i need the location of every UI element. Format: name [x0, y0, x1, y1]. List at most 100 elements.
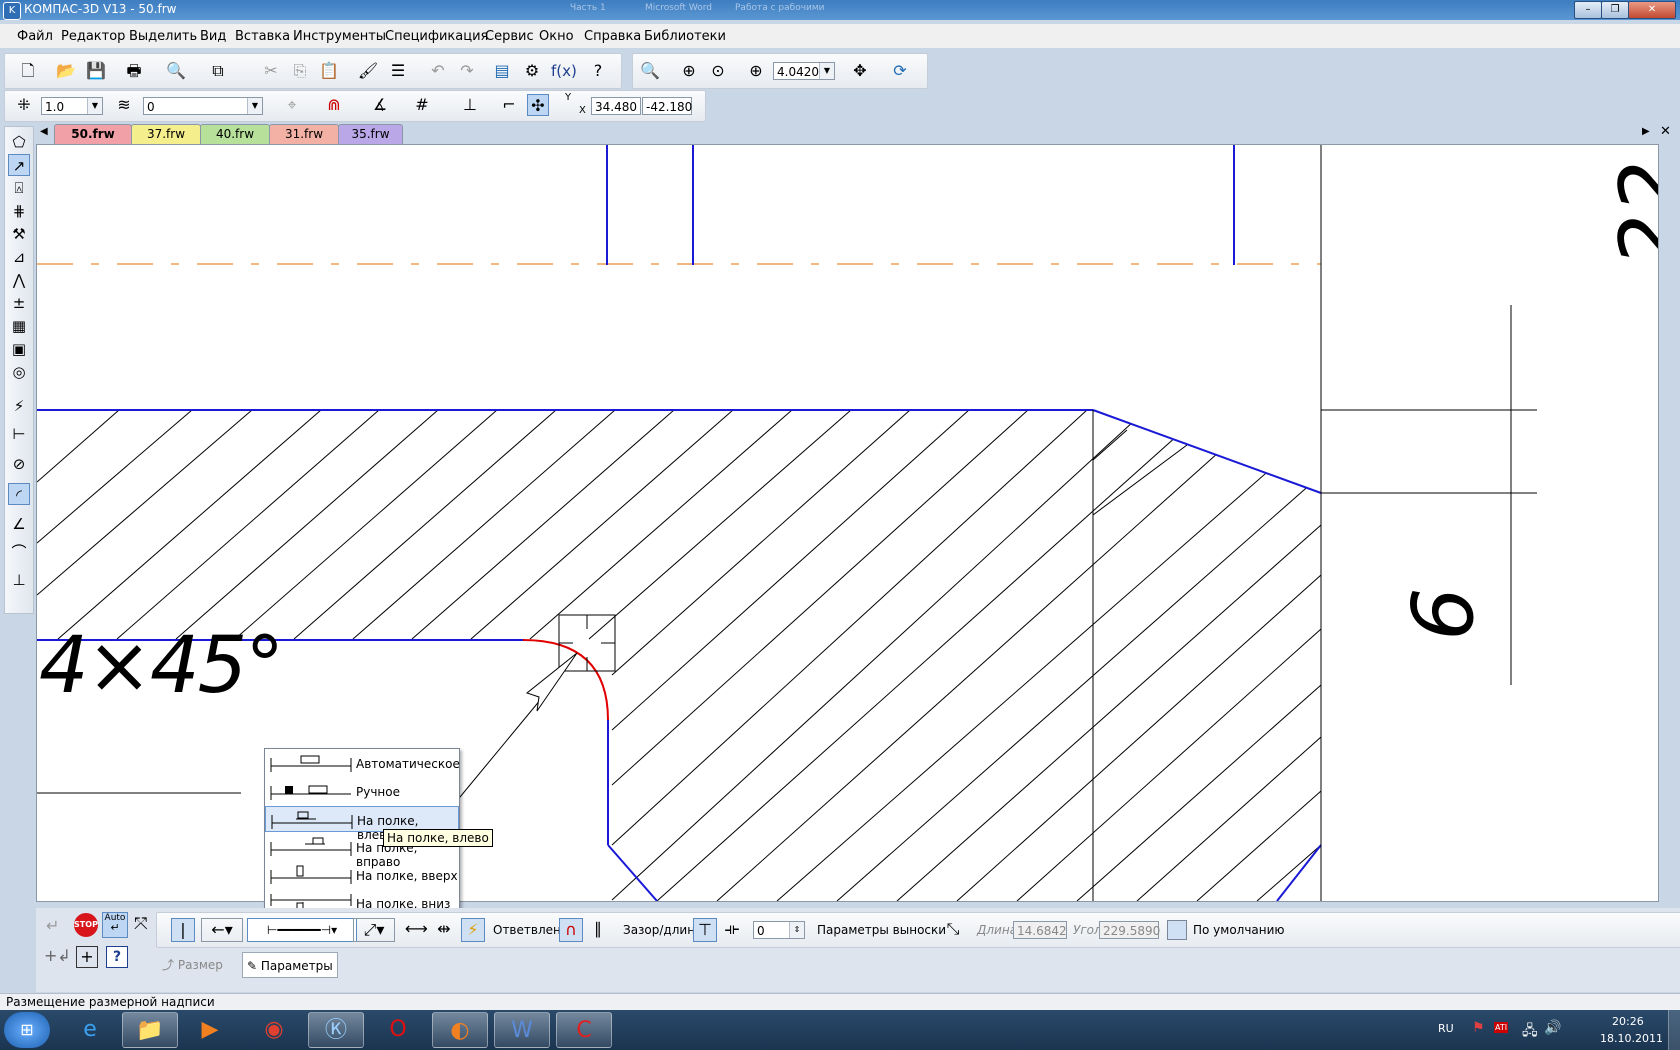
linear-dimension-icon[interactable]: ⊢: [8, 423, 30, 445]
coord-x-field[interactable]: 34.480: [591, 97, 641, 115]
pan-icon[interactable]: ✥: [849, 60, 871, 82]
chrome-icon[interactable]: ◉: [246, 1012, 302, 1048]
parametrization-icon[interactable]: ⚒: [8, 223, 30, 245]
zoom-window-icon[interactable]: 🔍: [639, 60, 661, 82]
language-indicator[interactable]: RU: [1438, 1022, 1454, 1035]
designations-icon[interactable]: ⍓: [8, 177, 30, 199]
auto-dimension-icon[interactable]: ⚡: [8, 395, 30, 417]
zoom-field[interactable]: 4.0420 ▼: [773, 62, 835, 80]
snaps-icon[interactable]: ∡: [369, 94, 391, 116]
style-icon[interactable]: ⌖: [281, 94, 303, 116]
option-shelf-up[interactable]: На полке, вверх: [265, 862, 459, 888]
ortho-icon[interactable]: ⌐: [498, 94, 520, 116]
select-icon[interactable]: ⋀: [8, 269, 30, 291]
edit-icon[interactable]: ⋕: [8, 200, 30, 222]
auto-create-button[interactable]: Auto ↵: [102, 912, 128, 938]
menu-specification[interactable]: Спецификация: [385, 29, 488, 44]
auto-params-icon[interactable]: ⚡: [461, 918, 485, 942]
explorer-icon[interactable]: 📁: [122, 1012, 178, 1048]
kompas-alt-icon[interactable]: C: [556, 1012, 612, 1048]
format-brush-icon[interactable]: 🖌: [357, 60, 379, 82]
spinner-icon[interactable]: ⇕: [789, 922, 804, 938]
option-automatic[interactable]: Автоматическое: [265, 750, 460, 776]
undo-icon[interactable]: ↶: [427, 60, 449, 82]
zoom-in-icon[interactable]: ⊕: [678, 60, 700, 82]
new-file-icon[interactable]: 🗋: [17, 60, 39, 82]
measure-icon[interactable]: ⊿: [8, 246, 30, 268]
tab-40[interactable]: 40.frw: [200, 124, 270, 144]
leader-params-icon[interactable]: ⤡: [933, 918, 973, 940]
minimize-button[interactable]: –: [1574, 1, 1602, 19]
branch-slant-icon[interactable]: ∥: [587, 918, 609, 940]
tab-params[interactable]: ✎ Параметры: [242, 952, 338, 978]
text-vertical-icon[interactable]: |: [171, 918, 195, 942]
diameter-dimension-icon[interactable]: ⊘: [8, 453, 30, 475]
volume-icon[interactable]: 🔊: [1544, 1020, 1561, 1036]
cut-icon[interactable]: ✂: [260, 60, 282, 82]
angular-dimension-icon[interactable]: ∠: [8, 513, 30, 535]
height-dimension-icon[interactable]: ⊥: [8, 569, 30, 591]
paste-icon[interactable]: 📋: [318, 60, 340, 82]
network-icon[interactable]: 🖧: [1522, 1020, 1538, 1044]
layers-icon[interactable]: ≋: [113, 94, 135, 116]
fit-icon[interactable]: ⤧: [134, 914, 148, 934]
menu-select[interactable]: Выделить: [129, 29, 197, 44]
length-field[interactable]: 14.6842: [1013, 921, 1067, 939]
opera-icon[interactable]: O: [370, 1012, 426, 1048]
geometry-icon[interactable]: ⬠: [8, 131, 30, 153]
tab-35[interactable]: 35.frw: [338, 124, 403, 144]
redo-icon[interactable]: ↷: [456, 60, 478, 82]
option-manual[interactable]: Ручное: [265, 778, 459, 804]
menu-view[interactable]: Вид: [200, 29, 226, 44]
clock-time[interactable]: 20:26: [1612, 1015, 1644, 1028]
arrow-style-icon[interactable]: ←▾: [201, 918, 243, 942]
magnet-icon[interactable]: ⋒: [323, 94, 345, 116]
apply-icon[interactable]: ↵: [46, 916, 59, 935]
round-icon[interactable]: ✣: [527, 94, 549, 116]
preview-icon[interactable]: 🔍: [165, 60, 187, 82]
close-document-icon[interactable]: ✕: [1660, 124, 1671, 139]
gap-icon[interactable]: ⊤: [693, 918, 717, 942]
menu-tools[interactable]: Инструменты: [293, 29, 386, 44]
start-orb[interactable]: ⊞: [4, 1012, 50, 1048]
chevron-down-icon[interactable]: ▼: [87, 98, 102, 114]
coord-y-field[interactable]: -42.180: [642, 97, 692, 115]
branch-arc-icon[interactable]: ∩: [559, 918, 583, 942]
grid-icon[interactable]: #: [411, 94, 433, 116]
close-button[interactable]: ✕: [1628, 1, 1676, 19]
dim-line-2-icon[interactable]: ⇹: [433, 918, 455, 940]
library-manager-icon[interactable]: ⚙: [521, 60, 543, 82]
firefox-icon[interactable]: ◐: [432, 1012, 488, 1048]
spec-icon[interactable]: ±: [8, 292, 30, 314]
gap-field[interactable]: 0 ⇕: [753, 921, 805, 939]
stop-button[interactable]: STOP: [74, 913, 98, 937]
menu-insert[interactable]: Вставка: [235, 29, 290, 44]
default-checkbox[interactable]: [1167, 920, 1187, 940]
kompas-icon[interactable]: Ⓚ: [308, 1012, 364, 1048]
variables-icon[interactable]: f(x): [551, 60, 577, 82]
local-cs-icon[interactable]: ⊥: [459, 94, 481, 116]
ati-icon[interactable]: ATI: [1494, 1022, 1509, 1033]
menu-window[interactable]: Окно: [539, 29, 574, 44]
zoom-scale-icon[interactable]: ⊕: [745, 60, 767, 82]
angle-field[interactable]: 229.5890: [1099, 921, 1160, 939]
dim-line-1-icon[interactable]: ⟷: [405, 918, 428, 940]
tab-37[interactable]: 37.frw: [131, 124, 201, 144]
chevron-down-icon[interactable]: ▼: [819, 63, 834, 79]
tab-50[interactable]: 50.frw: [54, 124, 132, 144]
tree-panel-icon[interactable]: ▤: [491, 60, 513, 82]
maximize-button[interactable]: ❐: [1601, 1, 1629, 19]
manager-icon[interactable]: ⧉: [207, 60, 229, 82]
step-field[interactable]: 1.0 ▼: [41, 97, 103, 115]
zoom-fit-icon[interactable]: ⊙: [707, 60, 729, 82]
menu-help[interactable]: Справка: [584, 29, 641, 44]
chevron-down-icon[interactable]: ▼: [247, 98, 262, 114]
snap-point-icon[interactable]: +: [76, 946, 98, 968]
tab-scroll-left-icon[interactable]: ◀: [40, 126, 48, 137]
snap-step-icon[interactable]: ⁜: [13, 94, 35, 116]
word-icon[interactable]: W: [494, 1012, 550, 1048]
dimensions-icon[interactable]: ↗: [8, 154, 30, 176]
reports-icon[interactable]: ▦: [8, 315, 30, 337]
context-help-icon[interactable]: ?: [587, 60, 609, 82]
menu-edit[interactable]: Редактор: [61, 29, 125, 44]
